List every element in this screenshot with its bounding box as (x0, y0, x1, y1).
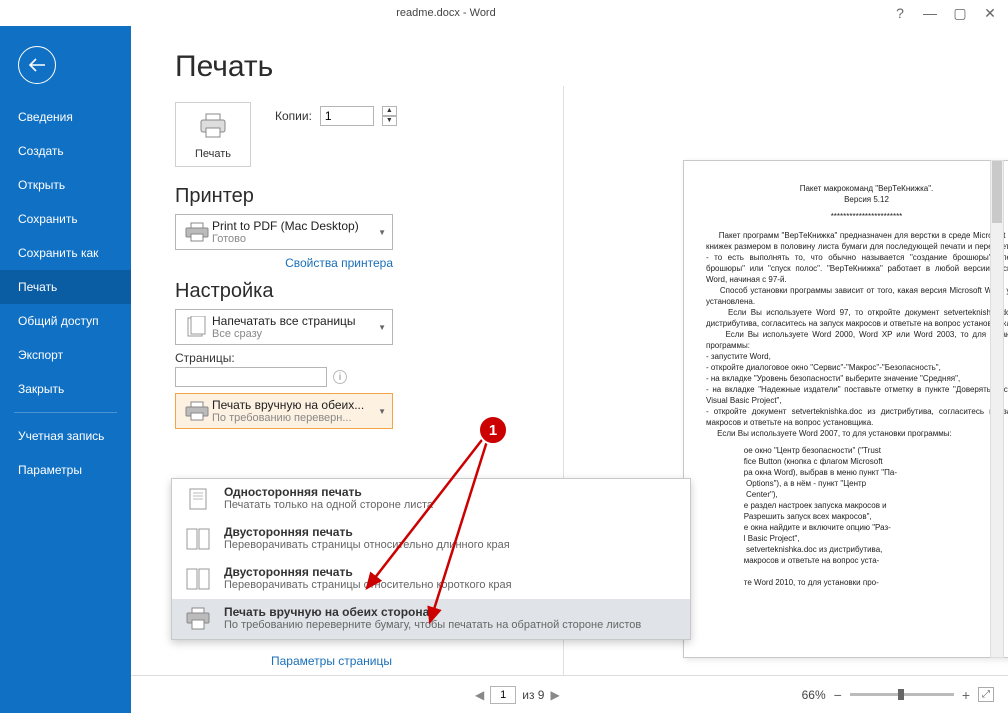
nav-open[interactable]: Открыть (0, 168, 131, 202)
back-button[interactable] (18, 46, 56, 84)
callout-badge: 1 (478, 415, 508, 445)
duplex-option-long[interactable]: Двусторонняя печатьПереворачивать страни… (172, 519, 690, 559)
page-duplex-short-icon (182, 565, 214, 593)
window-title: readme.docx - Word (0, 7, 892, 19)
zoom-out-button[interactable]: − (834, 687, 842, 703)
fit-page-button[interactable]: ⤢ (978, 687, 994, 702)
zoom-slider[interactable] (850, 693, 954, 696)
copies-spinner[interactable]: ▲▼ (382, 106, 397, 126)
statusbar: ◀ из 9 ▶ 66% − + ⤢ (131, 675, 1008, 713)
print-button-label: Печать (176, 148, 250, 160)
page-duplex-long-icon (182, 525, 214, 553)
nav-new[interactable]: Создать (0, 134, 131, 168)
preview-body: Пакет программ "ВерТеКнижка" предназначе… (706, 230, 1008, 439)
pages-input[interactable] (175, 367, 327, 387)
print-range-dropdown[interactable]: Напечатать все страницы Все сразу ▼ (175, 309, 393, 345)
printer-manual-icon (182, 605, 214, 633)
printer-icon (182, 399, 212, 423)
copies-label: Копии: (275, 109, 312, 123)
printer-name: Print to PDF (Mac Desktop) (212, 219, 374, 233)
printer-properties-link[interactable]: Свойства принтера (285, 256, 393, 270)
page-number-input[interactable] (490, 686, 516, 704)
chevron-down-icon: ▼ (374, 323, 386, 332)
maximize-icon[interactable]: ▢ (952, 5, 968, 22)
nav-options[interactable]: Параметры (0, 453, 131, 487)
close-icon[interactable]: ✕ (982, 5, 998, 22)
nav-saveas[interactable]: Сохранить как (0, 236, 131, 270)
duplex-option-single[interactable]: Односторонняя печатьПечатать только на о… (172, 479, 690, 519)
minimize-icon[interactable]: — (922, 5, 938, 22)
prev-page-button[interactable]: ◀ (475, 688, 484, 702)
printer-icon (182, 220, 212, 244)
printer-status: Готово (212, 233, 374, 245)
chevron-down-icon: ▼ (374, 407, 386, 416)
nav-share[interactable]: Общий доступ (0, 304, 131, 338)
zoom-level: 66% (802, 688, 826, 702)
printer-dropdown[interactable]: Print to PDF (Mac Desktop) Готово ▼ (175, 214, 393, 250)
page-settings-link[interactable]: Параметры страницы (271, 654, 392, 668)
page-single-icon (182, 485, 214, 513)
nav-close[interactable]: Закрыть (0, 372, 131, 406)
page-total: из 9 (522, 688, 544, 702)
printer-icon (198, 113, 228, 139)
nav-print[interactable]: Печать (0, 270, 131, 304)
next-page-button[interactable]: ▶ (550, 688, 559, 702)
nav-save[interactable]: Сохранить (0, 202, 131, 236)
chevron-down-icon: ▼ (374, 228, 386, 237)
zoom-in-button[interactable]: + (962, 687, 970, 703)
pages-icon (182, 315, 212, 339)
copies-input[interactable] (320, 106, 374, 126)
info-icon[interactable]: i (333, 370, 347, 384)
print-button[interactable]: Печать (175, 102, 251, 167)
duplex-menu: Односторонняя печатьПечатать только на о… (171, 478, 691, 640)
duplex-dropdown[interactable]: Печать вручную на обеих... По требованию… (175, 393, 393, 429)
nav-account[interactable]: Учетная запись (0, 419, 131, 453)
page-title: Печать (175, 50, 1008, 84)
preview-scrollbar[interactable] (990, 160, 1004, 658)
nav-info[interactable]: Сведения (0, 100, 131, 134)
duplex-option-short[interactable]: Двусторонняя печатьПереворачивать страни… (172, 559, 690, 599)
page-preview: Пакет макрокоманд "ВерТеКнижка". Версия … (683, 160, 1008, 658)
duplex-option-manual[interactable]: Печать вручную на обеих сторонахПо требо… (172, 599, 690, 639)
titlebar: readme.docx - Word ? — ▢ ✕ (0, 0, 1008, 26)
help-icon[interactable]: ? (892, 5, 908, 22)
nav-export[interactable]: Экспорт (0, 338, 131, 372)
backstage-sidebar: Сведения Создать Открыть Сохранить Сохра… (0, 26, 131, 713)
